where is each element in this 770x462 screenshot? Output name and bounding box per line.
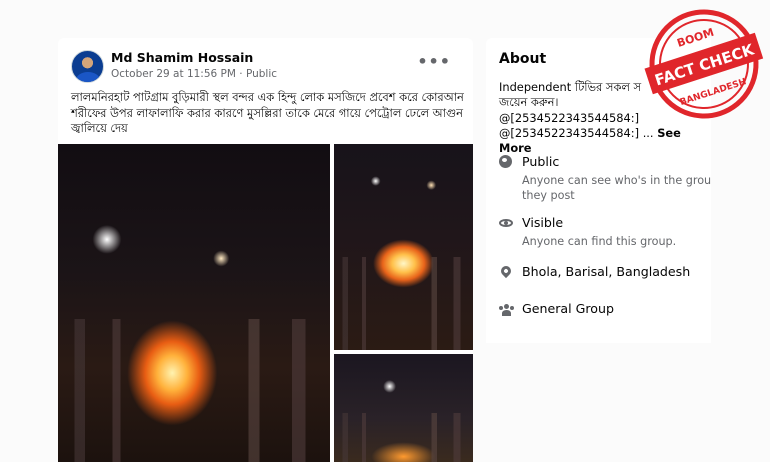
more-icon[interactable]: •••	[417, 52, 451, 71]
post-photo-fire-right-top[interactable]	[334, 144, 473, 350]
about-title: About	[499, 51, 547, 67]
location-label[interactable]: Bhola, Barisal, Bangladesh	[522, 264, 690, 279]
visibility-description: Anyone can find this group.	[522, 235, 677, 248]
boom-fact-check-stamp: FACT CHECK BOOM BANGLADESH	[644, 9, 764, 119]
facebook-post: Md Shamim Hossain October 29 at 11:56 PM…	[58, 38, 473, 462]
location-pin-icon	[498, 263, 514, 279]
screenshot-frame: Md Shamim Hossain October 29 at 11:56 PM…	[0, 0, 770, 462]
privacy-description: Anyone can see who's in the grou they po…	[522, 174, 711, 202]
visibility-label: Visible	[522, 215, 564, 230]
privacy-label: Public	[522, 154, 560, 169]
author-avatar[interactable]	[71, 50, 104, 83]
post-photo-fire-right-bottom[interactable]	[334, 354, 473, 462]
group-type-label: General Group	[522, 301, 614, 316]
eye-icon	[499, 216, 513, 230]
stamp-brand-text: BOOM	[675, 26, 715, 50]
globe-icon	[499, 155, 513, 169]
post-meta: October 29 at 11:56 PM · Public	[111, 68, 277, 80]
about-desc-line: @[2534522343544584:] ...	[499, 125, 654, 140]
meta-separator: ·	[235, 68, 246, 80]
group-icon	[499, 302, 514, 316]
post-privacy: Public	[245, 68, 278, 80]
crowd-silhouettes	[58, 318, 330, 462]
post-author[interactable]: Md Shamim Hossain	[111, 50, 253, 65]
post-text: লালমনিরহাট পাটগ্রাম বুড়িমারী স্থল বন্দর…	[71, 90, 464, 136]
crowd-silhouettes	[334, 413, 473, 462]
about-desc-line-last: @[2534522343544584:] ... See More	[499, 126, 711, 157]
post-photo-fire-large[interactable]	[58, 144, 330, 462]
crowd-silhouettes	[334, 257, 473, 350]
post-date[interactable]: October 29 at 11:56 PM	[111, 68, 236, 80]
